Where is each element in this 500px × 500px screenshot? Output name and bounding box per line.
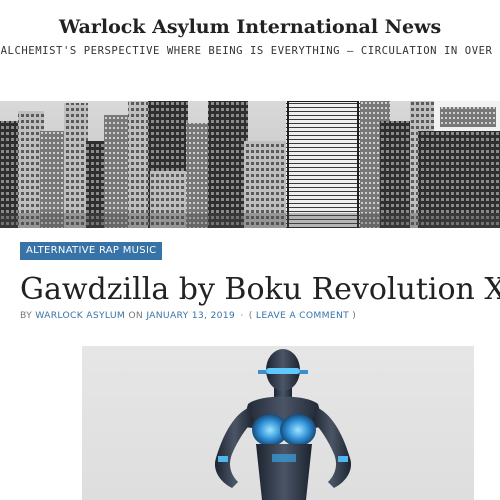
header-skyline-image bbox=[0, 101, 500, 228]
author-link[interactable]: WARLOCK ASYLUM bbox=[35, 310, 125, 321]
site-tagline: NECRONOMICON ALCHEMIST'S PERSPECTIVE WHE… bbox=[0, 45, 500, 61]
site-title[interactable]: Warlock Asylum International News bbox=[0, 16, 500, 38]
post-meta: BY WARLOCK ASYLUM ON JANUARY 13, 2019 · … bbox=[20, 310, 356, 321]
meta-close-paren: ) bbox=[352, 310, 357, 321]
meta-separator: · bbox=[240, 310, 244, 321]
meta-by-label: BY bbox=[20, 310, 33, 321]
post-title: Gawdzilla by Boku Revolution X bbox=[20, 272, 500, 307]
meta-open-paren: ( bbox=[248, 310, 253, 321]
date-link[interactable]: JANUARY 13, 2019 bbox=[146, 310, 235, 321]
comment-link[interactable]: LEAVE A COMMENT bbox=[256, 310, 349, 321]
meta-on-label: ON bbox=[128, 310, 144, 321]
featured-image-robot-figure bbox=[82, 346, 474, 500]
site-tagline-text: NECRONOMICON ALCHEMIST'S PERSPECTIVE WHE… bbox=[0, 45, 500, 57]
category-badge[interactable]: ALTERNATIVE RAP MUSIC bbox=[20, 242, 163, 260]
